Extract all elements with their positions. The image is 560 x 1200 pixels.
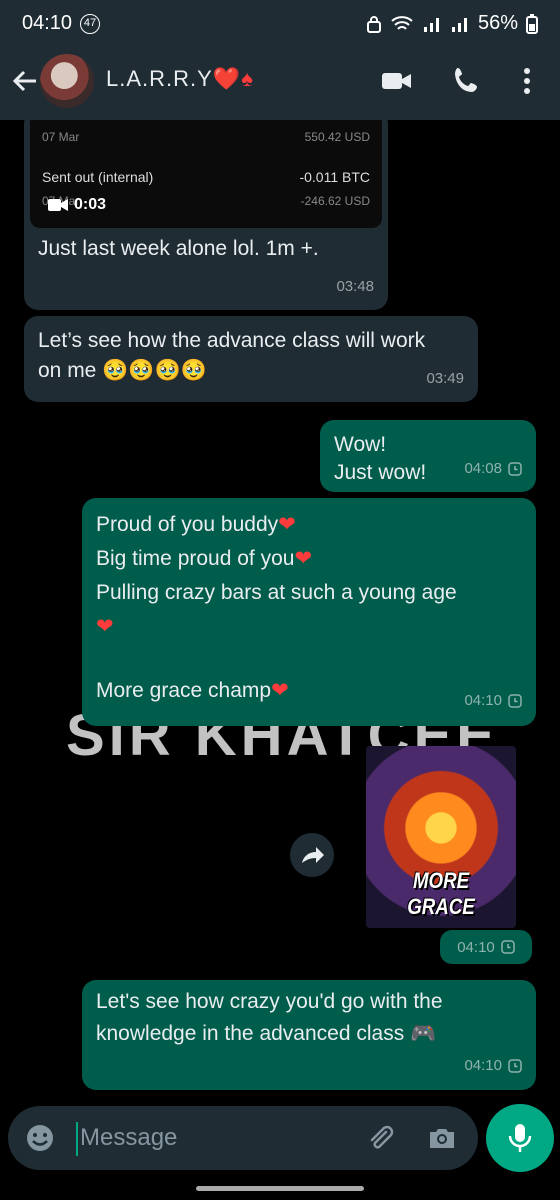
message-text: Let’s see how the advance class will wor… (38, 329, 426, 382)
forward-arrow-icon (302, 847, 324, 863)
clock-pending-icon (508, 1059, 522, 1073)
message-time: 04:08 (464, 454, 522, 484)
message-bubble-outgoing[interactable]: Wow! Just wow! 04:08 (320, 420, 536, 492)
gesture-nav-bar (196, 1186, 364, 1191)
message-bubble-outgoing[interactable]: Let's see how crazy you'd go with the kn… (82, 980, 536, 1090)
message-time-text: 03:49 (426, 370, 464, 387)
status-time: 04:10 (22, 12, 73, 34)
heart-emoji: ❤ (271, 679, 289, 702)
message-time: 03:49 (426, 364, 464, 394)
video-preview[interactable]: 07 Mar 550.42 USD Sent out (internal) -0… (30, 120, 382, 228)
clock-pending-icon (508, 462, 522, 476)
sticker-image[interactable]: MORE GRACE (366, 746, 516, 928)
contact-name-text: L.A.R.R.Y (106, 66, 213, 91)
message-time-text: 04:08 (464, 460, 502, 477)
status-bar: 04:10 47 56% (0, 0, 560, 50)
message-text: Let's see how crazy you'd go with the kn… (96, 990, 443, 1045)
message-time: 03:48 (336, 272, 374, 302)
video-duration-text: 0:03 (74, 196, 107, 213)
attach-paperclip-icon[interactable] (364, 1122, 396, 1154)
clock-pending-icon (508, 694, 522, 708)
chat-header: L.A.R.R.Y❤️♠ (0, 50, 560, 120)
message-bubble-outgoing[interactable]: Proud of you buddy❤ Big time proud of yo… (82, 498, 536, 726)
message-time: 04:10 (440, 930, 532, 964)
battery-icon (526, 13, 538, 34)
message-line: Big time proud of you❤ (96, 542, 522, 576)
battery-percent: 56% (477, 12, 518, 34)
chat-area: SIR KHATCEE 07 Mar 550.42 USD Sent out (… (0, 120, 560, 1100)
signal-icon (423, 17, 439, 32)
message-time-text: 04:10 (457, 938, 495, 956)
emoji-icon[interactable] (24, 1122, 56, 1154)
heart-emoji: ❤ (294, 547, 313, 570)
heart-emoji: ❤ (278, 513, 296, 536)
message-bubble-incoming[interactable]: Let’s see how the advance class will wor… (24, 316, 478, 402)
video-duration: 0:03 (48, 190, 106, 220)
message-line-text: Proud of you buddy (96, 513, 279, 536)
message-line: More grace champ❤ (96, 674, 522, 708)
message-bubble-incoming[interactable]: 07 Mar 550.42 USD Sent out (internal) -0… (24, 120, 388, 310)
text-cursor (76, 1122, 78, 1156)
lock-icon (366, 15, 381, 33)
clock-pending-icon (501, 940, 515, 954)
video-call-icon[interactable] (380, 64, 414, 98)
phone-call-icon[interactable] (450, 64, 484, 98)
microphone-icon (508, 1124, 532, 1152)
heart-emoji: ❤ (96, 615, 114, 638)
sticker-text: MORE GRACE (407, 868, 475, 919)
message-line-text: Big time proud of you (96, 547, 295, 570)
video-usd-2: -246.62 USD (300, 194, 370, 208)
camera-icon[interactable] (426, 1122, 458, 1154)
signal-icon-2 (451, 17, 467, 32)
video-amount-1: 550.42 USD (304, 130, 370, 144)
message-text: Just last week alone lol. 1m +. (38, 237, 319, 260)
message-line-text: More grace champ (96, 679, 272, 702)
video-date-1: 07 Mar (42, 130, 80, 144)
status-icons: 56% (366, 12, 538, 35)
message-line: Pulling crazy bars at such a young age (96, 581, 457, 604)
avatar[interactable] (40, 54, 94, 108)
notification-count-badge: 47 (80, 14, 100, 34)
forward-button[interactable] (290, 833, 334, 877)
message-time-text: 03:48 (336, 278, 374, 295)
more-options-icon[interactable] (510, 64, 544, 98)
back-arrow-icon[interactable] (10, 66, 40, 96)
contact-name-emoji: ❤️♠ (212, 66, 254, 91)
message-input[interactable] (80, 1116, 350, 1160)
contact-name[interactable]: L.A.R.R.Y❤️♠ (106, 66, 254, 92)
message-time: 04:10 (464, 684, 522, 718)
message-input-bar (8, 1106, 478, 1170)
message-time-text: 04:10 (464, 1057, 502, 1074)
voice-message-button[interactable] (486, 1104, 554, 1172)
wifi-icon (391, 15, 413, 30)
message-line: Proud of you buddy❤ (96, 508, 522, 542)
message-time: 04:10 (464, 1050, 522, 1082)
video-camera-icon (48, 199, 68, 211)
message-time-text: 04:10 (464, 692, 502, 709)
